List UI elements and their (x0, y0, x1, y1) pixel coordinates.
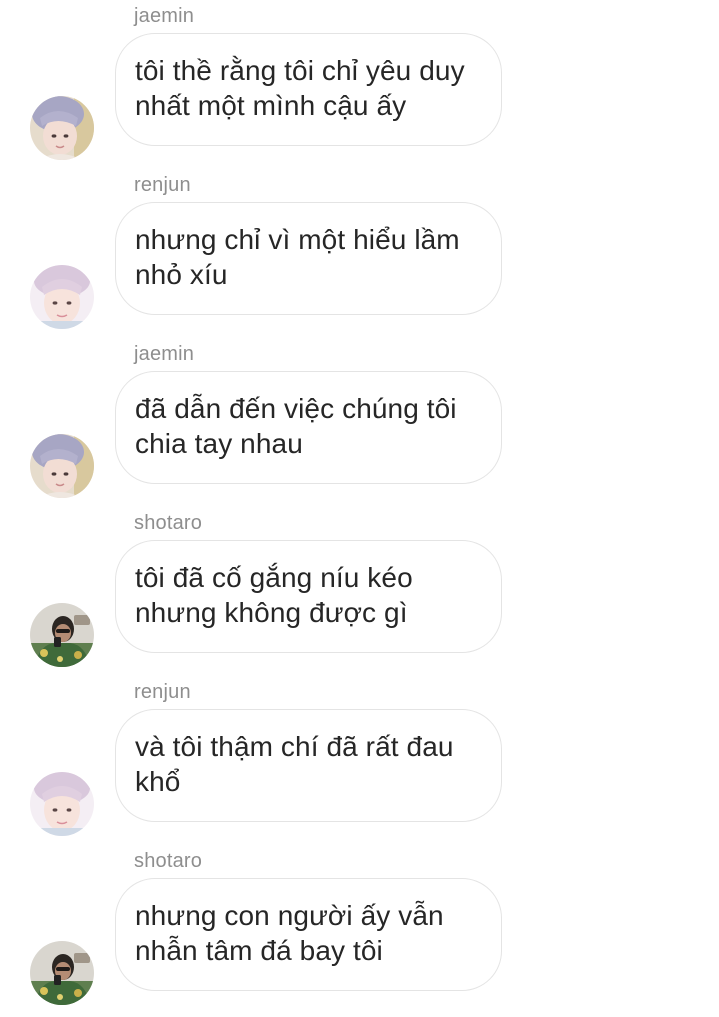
renjun-avatar (30, 772, 94, 836)
message-row: jaemin tôi thề rằng tôi chỉ yêu duy nhất… (0, 3, 719, 172)
message-bubble[interactable]: tôi đã cố gắng níu kéo nhưng không được … (115, 540, 502, 653)
message-line: nhất một mình cậu ấy (135, 90, 407, 121)
message-row: jaemin đã dẫn đến việc chúng tôi chia ta… (0, 341, 719, 510)
message-line: nhẫn tâm đá bay tôi (135, 935, 383, 966)
renjun-avatar (30, 265, 94, 329)
message-row: shotaro tôi đã cố gắng níu kéo nhưng khô… (0, 510, 719, 679)
avatar[interactable] (30, 434, 94, 498)
message-row: renjun và tôi thậm chí đã rất đau khổ (0, 679, 719, 848)
message-line: nhưng con người ấy vẫn (135, 900, 444, 931)
sender-name: renjun (134, 174, 191, 196)
shotaro-avatar (30, 603, 94, 667)
avatar[interactable] (30, 96, 94, 160)
avatar[interactable] (30, 941, 94, 1005)
message-line: nhưng chỉ vì một hiểu lầm (135, 224, 460, 255)
message-text: tôi đã cố gắng níu kéo nhưng không được … (135, 560, 491, 630)
message-line: và tôi thậm chí đã rất đau (135, 731, 454, 762)
sender-name: renjun (134, 681, 191, 703)
message-text: đã dẫn đến việc chúng tôi chia tay nhau (135, 391, 491, 461)
message-row: shotaro nhưng con người ấy vẫn nhẫn tâm … (0, 848, 719, 1017)
sender-name: shotaro (134, 850, 203, 872)
message-line: nhỏ xíu (135, 259, 228, 290)
avatar[interactable] (30, 265, 94, 329)
message-bubble[interactable]: nhưng chỉ vì một hiểu lầm nhỏ xíu (115, 202, 502, 315)
message-bubble[interactable]: và tôi thậm chí đã rất đau khổ (115, 709, 502, 822)
message-bubble[interactable]: nhưng con người ấy vẫn nhẫn tâm đá bay t… (115, 878, 502, 991)
message-line: nhưng không được gì (135, 597, 408, 628)
message-line: tôi thề rằng tôi chỉ yêu duy (135, 55, 465, 86)
message-line: tôi đã cố gắng níu kéo (135, 562, 413, 593)
message-row: renjun nhưng chỉ vì một hiểu lầm nhỏ xíu (0, 172, 719, 341)
shotaro-avatar (30, 941, 94, 1005)
message-text: nhưng con người ấy vẫn nhẫn tâm đá bay t… (135, 898, 491, 968)
message-line: chia tay nhau (135, 428, 303, 459)
message-line: khổ (135, 766, 181, 797)
message-text: và tôi thậm chí đã rất đau khổ (135, 729, 491, 799)
sender-name: jaemin (134, 343, 195, 365)
jaemin-avatar (30, 96, 94, 160)
message-line: đã dẫn đến việc chúng tôi (135, 393, 457, 424)
message-text: tôi thề rằng tôi chỉ yêu duy nhất một mì… (135, 53, 491, 123)
sender-name: jaemin (134, 5, 195, 27)
jaemin-avatar (30, 434, 94, 498)
message-bubble[interactable]: tôi thề rằng tôi chỉ yêu duy nhất một mì… (115, 33, 502, 146)
avatar[interactable] (30, 603, 94, 667)
message-text: nhưng chỉ vì một hiểu lầm nhỏ xíu (135, 222, 491, 292)
message-bubble[interactable]: đã dẫn đến việc chúng tôi chia tay nhau (115, 371, 502, 484)
avatar[interactable] (30, 772, 94, 836)
sender-name: shotaro (134, 512, 203, 534)
